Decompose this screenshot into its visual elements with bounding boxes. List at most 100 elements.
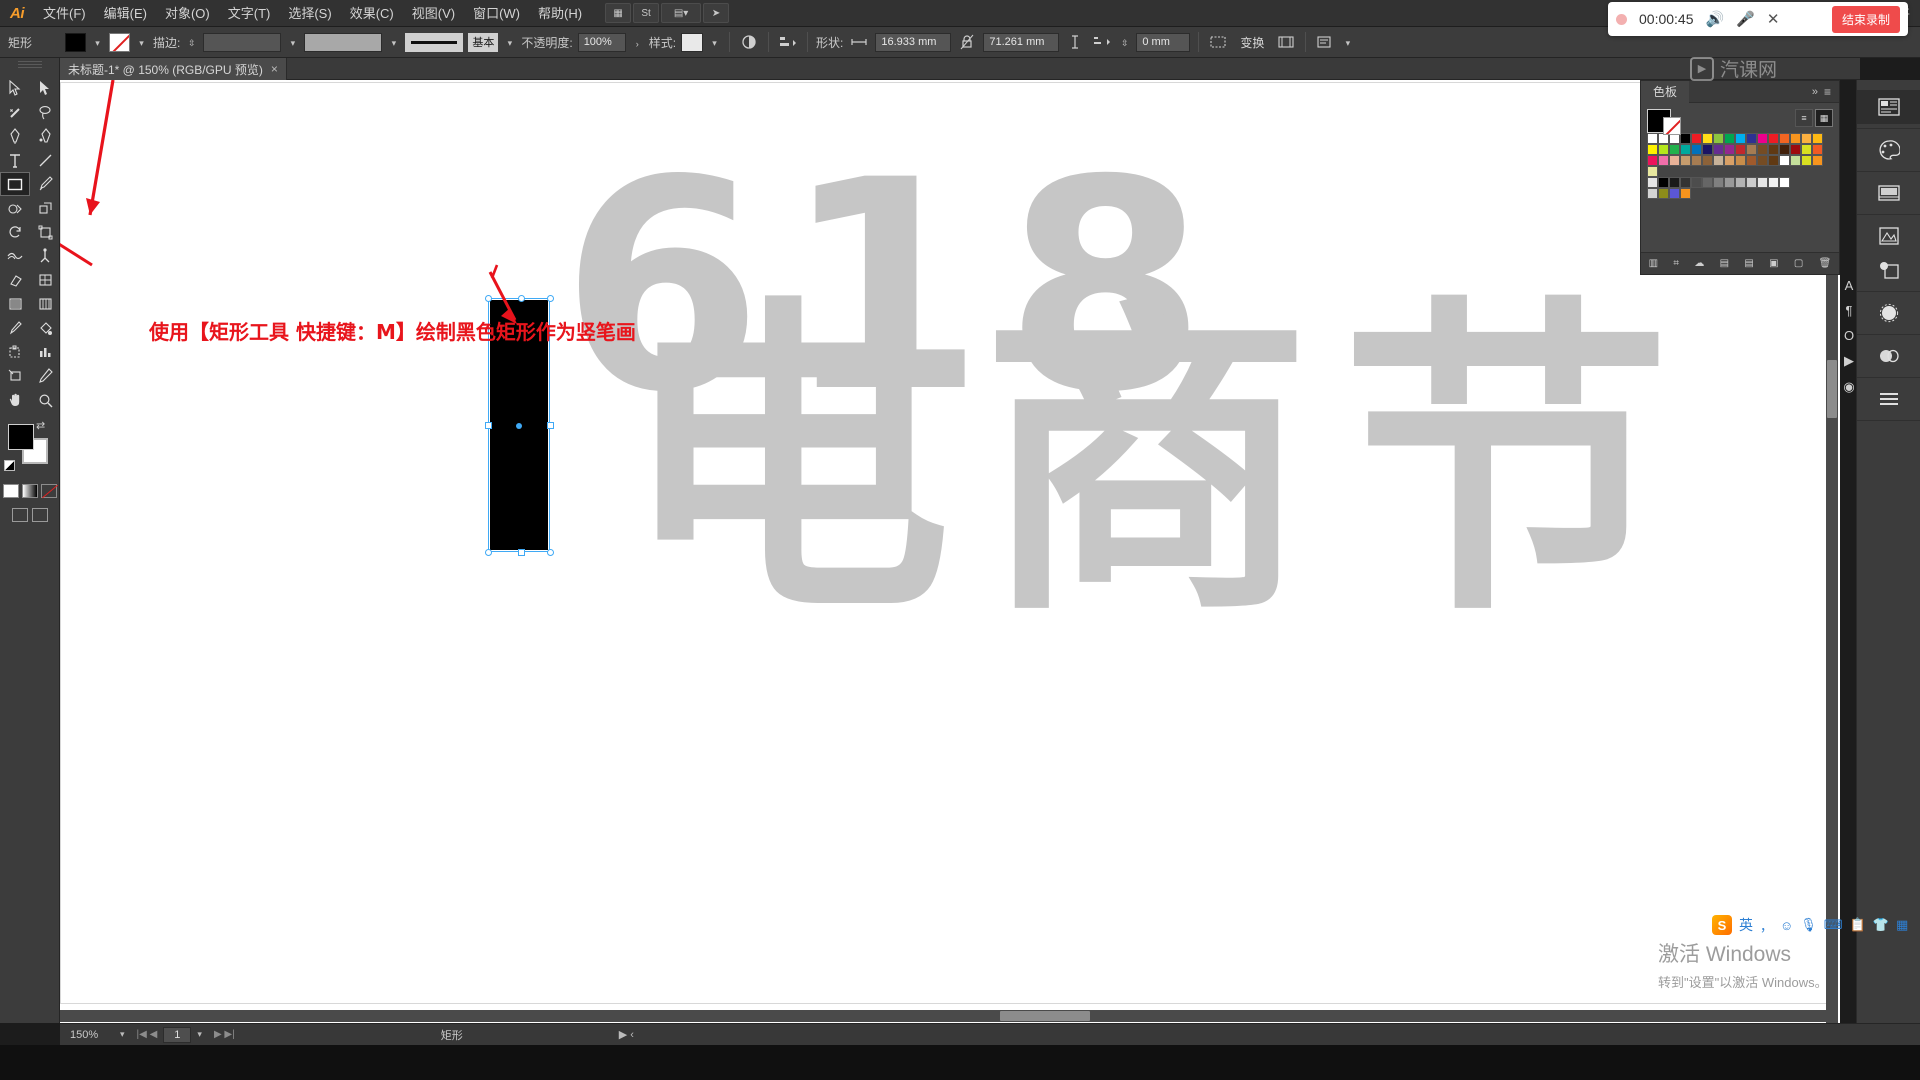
swatch-cell[interactable] — [1790, 155, 1801, 166]
stroke-weight-field[interactable] — [203, 32, 282, 52]
symbols-panel-icon[interactable] — [1857, 339, 1920, 373]
swatch-cell[interactable] — [1647, 188, 1658, 199]
direct-selection-tool[interactable] — [30, 76, 60, 100]
swatch-cell[interactable] — [1735, 155, 1746, 166]
swatch-cell[interactable] — [1724, 155, 1735, 166]
stroke-weight-caret-icon[interactable]: ▾ — [286, 33, 299, 52]
swatch-cell[interactable] — [1702, 155, 1713, 166]
character-panel-icon[interactable]: A — [1845, 278, 1854, 293]
swatch-cell[interactable] — [1757, 144, 1768, 155]
rotate-tool[interactable] — [0, 220, 30, 244]
asset-export-panel-icon[interactable] — [1857, 253, 1920, 287]
eyedropper-tool[interactable] — [0, 316, 30, 340]
swatch-group-icon[interactable]: ▤ — [1720, 258, 1729, 269]
eraser-tool[interactable] — [0, 268, 30, 292]
zoom-tool[interactable] — [30, 388, 60, 412]
swatch-cell[interactable] — [1801, 133, 1812, 144]
swatch-cell[interactable] — [1746, 177, 1757, 188]
horizontal-scrollbar-thumb[interactable] — [1000, 1011, 1090, 1021]
swatch-cell[interactable] — [1669, 177, 1680, 188]
zoom-level-field[interactable]: 150% — [70, 1029, 114, 1041]
swatch-cell[interactable] — [1768, 155, 1779, 166]
swatch-cell[interactable] — [1647, 155, 1658, 166]
variable-width-profile-dropdown[interactable] — [304, 32, 383, 52]
swatch-cell[interactable] — [1812, 144, 1823, 155]
stroke-weight-stepper-icon[interactable]: ⇳ — [185, 33, 198, 52]
blend-tool[interactable] — [30, 292, 60, 316]
gradient-tool[interactable] — [0, 292, 30, 316]
magic-wand-tool[interactable] — [0, 100, 30, 124]
show-kinds-icon[interactable]: ⌗ — [1673, 258, 1679, 269]
opacity-mask-icon[interactable] — [738, 32, 760, 53]
swatch-cell[interactable] — [1713, 133, 1724, 144]
panel-menu-icon[interactable]: ≡ — [1824, 85, 1839, 99]
artboard-nav-first-icon[interactable]: |◀ ◀ — [137, 1029, 158, 1040]
swatch-cell[interactable] — [1790, 133, 1801, 144]
tab-swatches[interactable]: 色板 — [1641, 80, 1690, 103]
swatch-cell[interactable] — [1724, 144, 1735, 155]
shaper-tool[interactable] — [0, 196, 30, 220]
swatch-cell[interactable] — [1691, 155, 1702, 166]
artboard-tool[interactable] — [0, 340, 30, 364]
document-setup-icon[interactable] — [1314, 32, 1336, 53]
swatch-cell[interactable] — [1680, 133, 1691, 144]
collapse-panel-icon[interactable]: » — [1812, 86, 1824, 98]
swatch-cell[interactable] — [1680, 144, 1691, 155]
corner-radius-stepper-icon[interactable]: ⇳ — [1118, 33, 1131, 52]
menu-select[interactable]: 选择(S) — [279, 0, 340, 27]
swatch-cell[interactable] — [1658, 144, 1669, 155]
swatch-cell[interactable] — [1680, 177, 1691, 188]
punctuation-icon[interactable]: ， — [1760, 916, 1773, 935]
selection-tool[interactable] — [0, 76, 30, 100]
swatch-cell[interactable] — [1647, 144, 1658, 155]
image-trace-panel-icon[interactable] — [1857, 219, 1920, 253]
paintbrush-tool[interactable] — [30, 172, 60, 196]
ime-mode-label[interactable]: 英 — [1739, 915, 1753, 935]
fill-color-box[interactable] — [8, 424, 34, 450]
isolate-selected-icon[interactable] — [1275, 32, 1297, 53]
shape-builder-tool[interactable] — [30, 196, 60, 220]
speaker-icon[interactable]: 🔊 — [1706, 10, 1725, 28]
type-tool[interactable] — [0, 148, 30, 172]
share-icon[interactable]: ➤ — [703, 3, 730, 23]
swatch-cell[interactable] — [1768, 144, 1779, 155]
swatch-cell[interactable] — [1757, 155, 1768, 166]
swatch-cell[interactable] — [1735, 144, 1746, 155]
none-mode-icon[interactable] — [40, 484, 57, 498]
opacity-value-field[interactable]: 100% — [577, 32, 626, 52]
paragraph-panel-icon[interactable]: ¶ — [1846, 303, 1853, 318]
swatch-cell[interactable] — [1746, 133, 1757, 144]
list-view-icon[interactable]: ≡ — [1795, 109, 1813, 127]
constrain-proportions-icon[interactable] — [956, 32, 978, 53]
column-chart-tool[interactable] — [30, 340, 60, 364]
swatch-cell[interactable] — [1735, 177, 1746, 188]
style-caret-icon[interactable]: ▾ — [708, 33, 721, 52]
column-graph-tool[interactable] — [30, 268, 60, 292]
sogou-logo-icon[interactable]: S — [1712, 915, 1732, 935]
more-options-caret-icon[interactable]: ▾ — [1341, 33, 1354, 52]
color-panel-icon[interactable] — [1857, 133, 1920, 167]
swatch-cell[interactable] — [1702, 144, 1713, 155]
live-paint-bucket-tool[interactable] — [30, 316, 60, 340]
swatch-cell[interactable] — [1757, 133, 1768, 144]
rectangle-tool[interactable] — [0, 172, 30, 196]
swatch-cell[interactable] — [1713, 144, 1724, 155]
slice-tool[interactable] — [0, 364, 30, 388]
swatch-cell[interactable] — [1812, 133, 1823, 144]
transform-panel-icon[interactable] — [1207, 32, 1229, 53]
artboard-caret-icon[interactable]: ▾ — [197, 1029, 208, 1040]
swatch-cell[interactable] — [1757, 177, 1768, 188]
swatch-cell[interactable] — [1746, 144, 1757, 155]
stroke-dropdown-caret-icon[interactable]: ▾ — [135, 33, 148, 52]
fill-dropdown-caret-icon[interactable]: ▾ — [91, 33, 104, 52]
arrange-documents-icon[interactable]: ▤▾ — [661, 3, 702, 23]
swatch-cell[interactable] — [1768, 133, 1779, 144]
menu-file[interactable]: 文件(F) — [34, 0, 95, 27]
menu-type[interactable]: 文字(T) — [219, 0, 280, 27]
swatch-cell[interactable] — [1702, 177, 1713, 188]
actions-panel-icon[interactable]: ▶ — [1844, 353, 1854, 369]
brush-definition-caret-icon[interactable]: ▾ — [503, 33, 516, 52]
corner-type-icon[interactable] — [1091, 32, 1113, 53]
puppet-warp-tool[interactable] — [30, 244, 60, 268]
width-tool[interactable] — [0, 244, 30, 268]
